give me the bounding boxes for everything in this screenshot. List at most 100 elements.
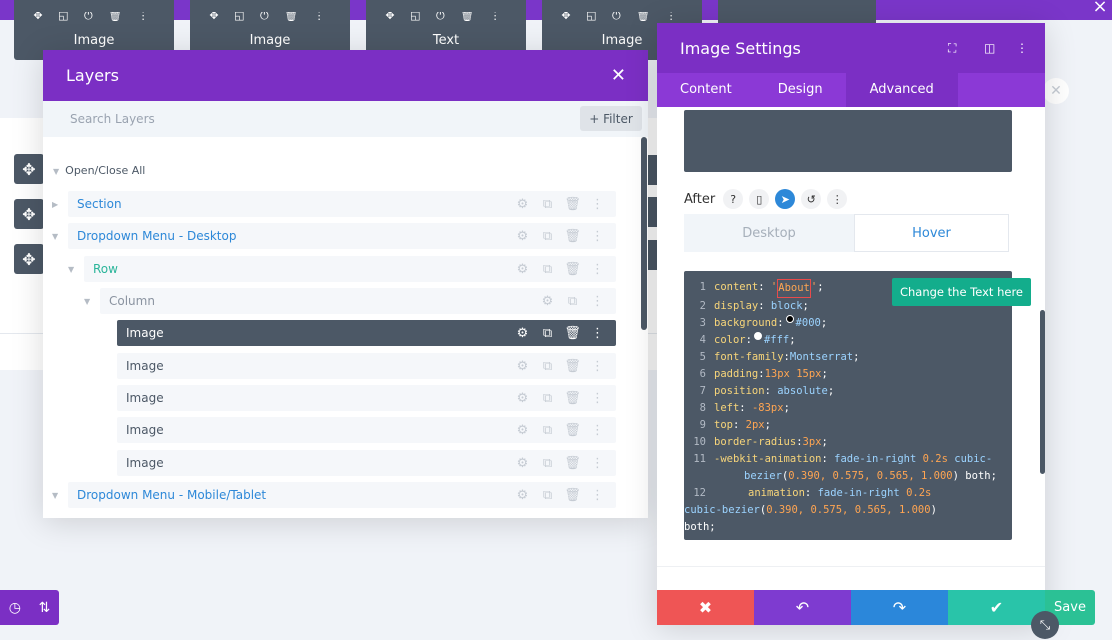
layer-row-image[interactable]: Image ⚙ ⧉ 🗑 ⋮ xyxy=(117,450,616,476)
caret-down-icon[interactable]: ▼ xyxy=(68,265,74,274)
settings-scrollbar[interactable] xyxy=(1040,310,1045,474)
tab-advanced[interactable]: Advanced xyxy=(845,73,958,107)
resize-handle-icon[interactable]: ⤡ xyxy=(1031,611,1059,639)
close-icon[interactable]: × xyxy=(1088,0,1112,16)
tab-content[interactable]: Content xyxy=(657,73,755,107)
trash-icon[interactable]: 🗑 xyxy=(560,391,585,406)
layer-row-dropdown-desktop[interactable]: Dropdown Menu - Desktop ⚙ ⧉ 🗑 ⋮ xyxy=(68,223,616,249)
gear-icon[interactable]: ⚙ xyxy=(535,294,560,309)
code-line: 10 border-radius:3px; xyxy=(693,436,828,448)
after-code-editor[interactable]: 1 content: ' About '; 2 display: block; 3 … xyxy=(684,271,1031,540)
move-icon[interactable]: ✥ xyxy=(14,154,44,184)
module-toolbar-icons: ✥ ◱ ⏻ 🗑 ⋮ xyxy=(33,12,155,22)
layer-row-section[interactable]: Section ⚙ ⧉ 🗑 ⋮ xyxy=(68,191,616,217)
caret-down-icon[interactable]: ▼ xyxy=(52,491,58,500)
layer-row-image[interactable]: Image ⚙ ⧉ 🗑 ⋮ xyxy=(117,385,616,411)
trash-icon[interactable]: 🗑 xyxy=(560,359,585,374)
filter-button[interactable]: + Filter xyxy=(580,106,642,131)
trash-icon[interactable]: 🗑 xyxy=(560,456,585,471)
layer-actions: ⚙ ⧉ 🗑 ⋮ xyxy=(510,191,610,217)
trash-icon[interactable]: 🗑 xyxy=(560,488,585,503)
more-icon[interactable]: ⋮ xyxy=(585,391,610,406)
tab-hover[interactable]: Hover xyxy=(854,214,1009,252)
layer-actions: ⚙ ⧉ 🗑 ⋮ xyxy=(510,223,610,249)
move-icon[interactable]: ✥ xyxy=(14,244,44,274)
code-line: 6 padding:13px 15px; xyxy=(699,368,828,380)
tab-design[interactable]: Design xyxy=(755,73,846,107)
duplicate-icon[interactable]: ⧉ xyxy=(535,229,560,244)
close-circle-icon[interactable]: ✕ xyxy=(1043,78,1069,104)
layer-row-image-active[interactable]: Image ⚙ ⧉ 🗑 ⋮ xyxy=(117,320,616,346)
before-code-editor[interactable] xyxy=(684,110,1012,172)
duplicate-icon[interactable]: ⧉ xyxy=(535,456,560,471)
fullscreen-icon[interactable]: ⛶ xyxy=(948,41,956,56)
duplicate-icon[interactable]: ⧉ xyxy=(535,423,560,438)
gear-icon[interactable]: ⚙ xyxy=(510,456,535,471)
help-icon[interactable]: ? xyxy=(723,189,744,209)
layer-actions: ⚙ ⧉ 🗑 ⋮ xyxy=(510,256,610,282)
gear-icon[interactable]: ⚙ xyxy=(510,262,535,277)
duplicate-icon[interactable]: ⧉ xyxy=(535,488,560,503)
more-icon[interactable]: ⋮ xyxy=(827,189,848,209)
confirm-check-icon[interactable]: ✔ xyxy=(948,590,1045,625)
trash-icon[interactable]: 🗑 xyxy=(560,423,585,438)
trash-icon[interactable]: 🗑 xyxy=(560,229,585,244)
duplicate-icon[interactable]: ⧉ xyxy=(535,326,560,341)
layer-row-dropdown-mobile[interactable]: Dropdown Menu - Mobile/Tablet ⚙ ⧉ 🗑 ⋮ xyxy=(68,482,616,508)
caret-down-icon[interactable]: ▼ xyxy=(52,232,58,241)
more-icon[interactable]: ⋮ xyxy=(585,326,610,341)
layers-search[interactable]: Search Layers + Filter xyxy=(43,101,648,137)
caret-down-icon[interactable]: ▼ xyxy=(84,297,90,306)
phone-icon[interactable]: ▯ xyxy=(749,189,770,209)
layers-header: Layers ✕ xyxy=(43,50,648,101)
trash-icon[interactable]: 🗑 xyxy=(560,326,585,341)
trash-icon[interactable]: 🗑 xyxy=(560,262,585,277)
gear-icon[interactable]: ⚙ xyxy=(510,359,535,374)
gear-icon[interactable]: ⚙ xyxy=(510,391,535,406)
trash-icon[interactable]: 🗑 xyxy=(560,197,585,212)
more-icon[interactable]: ⋮ xyxy=(585,229,610,244)
settings-action-bar: ✖ ↶ ↷ ✔ xyxy=(657,590,1045,625)
layers-scrollbar[interactable] xyxy=(641,137,647,330)
portability-icon[interactable]: ⇅ xyxy=(38,600,50,616)
more-icon[interactable]: ⋮ xyxy=(585,488,610,503)
open-close-all[interactable]: ▼ Open/Close All xyxy=(53,164,145,177)
code-line: 7 position: absolute; xyxy=(699,385,835,397)
duplicate-icon[interactable]: ⧉ xyxy=(535,262,560,277)
redo-icon[interactable]: ↷ xyxy=(851,590,948,625)
undo-icon[interactable]: ↶ xyxy=(754,590,851,625)
code-line: 8 left: -83px; xyxy=(699,402,790,414)
more-icon[interactable]: ⋮ xyxy=(1016,41,1028,55)
gear-icon[interactable]: ⚙ xyxy=(510,423,535,438)
more-icon[interactable]: ⋮ xyxy=(585,294,610,309)
layer-row-image[interactable]: Image ⚙ ⧉ 🗑 ⋮ xyxy=(117,417,616,443)
duplicate-icon[interactable]: ⧉ xyxy=(535,359,560,374)
duplicate-icon[interactable]: ⧉ xyxy=(560,294,585,309)
hover-cursor-icon[interactable]: ➤ xyxy=(775,189,796,209)
more-icon[interactable]: ⋮ xyxy=(585,456,610,471)
gear-icon[interactable]: ⚙ xyxy=(510,488,535,503)
tab-desktop[interactable]: Desktop xyxy=(684,214,854,252)
gear-icon[interactable]: ⚙ xyxy=(510,229,535,244)
close-icon[interactable]: ✕ xyxy=(611,65,626,86)
move-icon[interactable]: ✥ xyxy=(14,199,44,229)
sidebar-toggle-icon[interactable]: ◫ xyxy=(984,41,995,55)
duplicate-icon[interactable]: ⧉ xyxy=(535,391,560,406)
gear-icon[interactable]: ⚙ xyxy=(510,326,535,341)
more-icon[interactable]: ⋮ xyxy=(585,262,610,277)
module-toolbar-icons: ✥ ◱ ⏻ 🗑 ⋮ xyxy=(561,12,683,22)
history-icon[interactable]: ◷ xyxy=(9,600,21,616)
more-icon[interactable]: ⋮ xyxy=(585,423,610,438)
layer-row-image[interactable]: Image ⚙ ⧉ 🗑 ⋮ xyxy=(117,353,616,379)
more-icon[interactable]: ⋮ xyxy=(585,359,610,374)
gear-icon[interactable]: ⚙ xyxy=(510,197,535,212)
more-icon[interactable]: ⋮ xyxy=(585,197,610,212)
caret-right-icon[interactable]: ▶ xyxy=(52,200,58,209)
discard-icon[interactable]: ✖ xyxy=(657,590,754,625)
reset-icon[interactable]: ↺ xyxy=(801,189,822,209)
duplicate-icon[interactable]: ⧉ xyxy=(535,197,560,212)
layer-row-column[interactable]: Column ⚙ ⧉ ⋮ xyxy=(100,288,616,314)
layer-row-row[interactable]: Row ⚙ ⧉ 🗑 ⋮ xyxy=(84,256,616,282)
change-text-tooltip: Change the Text here xyxy=(892,278,1031,306)
search-input[interactable]: Search Layers xyxy=(70,112,155,126)
